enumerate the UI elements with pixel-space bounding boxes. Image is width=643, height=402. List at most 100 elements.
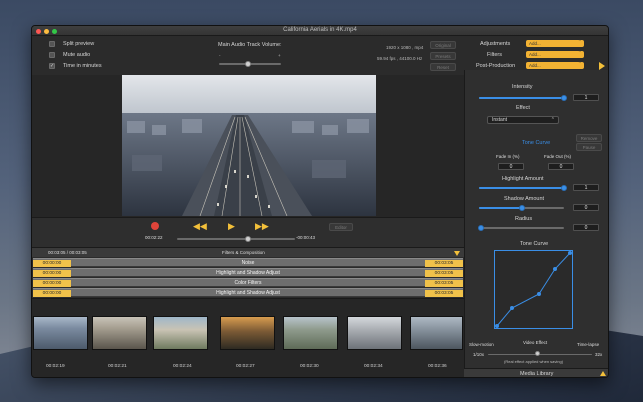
highlight-value[interactable]: 1 <box>573 184 599 191</box>
effect-row[interactable]: 00:00:00 Color Filters 00:03:05 <box>33 278 463 287</box>
highlight-slider-fill <box>479 187 563 189</box>
mute-audio-checkbox[interactable] <box>49 52 55 58</box>
highlight-knob[interactable] <box>561 185 567 191</box>
effect-name: Noise <box>241 260 255 266</box>
radius-knob[interactable] <box>478 225 484 231</box>
playback-knob[interactable] <box>244 236 251 242</box>
effect-end-time[interactable]: 00:03:05 <box>425 260 463 267</box>
playback-slider[interactable] <box>177 238 295 240</box>
remaining-time: -00:00:43 <box>296 235 316 240</box>
play-preview-icon[interactable] <box>599 62 605 70</box>
curve-point[interactable] <box>510 306 514 310</box>
intensity-value[interactable]: 1 <box>573 94 599 101</box>
realtime-note: (Real effect applied when saving) <box>504 359 564 364</box>
fade-in-value[interactable]: 0 <box>498 163 524 170</box>
intensity-slider-fill <box>479 97 563 99</box>
filters-dropdown[interactable]: Add... <box>526 50 584 58</box>
curve-point[interactable] <box>553 267 557 271</box>
adjustments-label: Adjustments <box>480 41 511 47</box>
slow-motion-label: Slow-motion <box>469 342 494 347</box>
speed-knob[interactable] <box>535 351 540 356</box>
effect-start-time[interactable]: 00:00:00 <box>33 280 71 287</box>
shadow-amount-label: Shadow Amount <box>504 196 545 202</box>
effect-dropdown[interactable]: Instant ⌃ <box>487 116 559 124</box>
current-time: 00:02:22 <box>145 235 163 240</box>
effect-row[interactable]: 00:00:00 Noise 00:03:05 <box>33 258 463 267</box>
audio-volume-knob[interactable] <box>245 61 251 67</box>
tone-curve-link[interactable]: Tone Curve <box>522 140 550 146</box>
thumbnail-1[interactable] <box>33 316 88 350</box>
intensity-knob[interactable] <box>561 95 567 101</box>
remove-button[interactable]: Remove <box>576 134 602 142</box>
thumbnail-5[interactable] <box>283 316 338 350</box>
split-preview-checkbox[interactable] <box>49 41 55 47</box>
tone-curve-label: Tone Curve <box>520 241 549 247</box>
volume-plus: + <box>278 53 281 58</box>
pause-button[interactable]: Pause <box>576 143 602 151</box>
radius-slider[interactable] <box>479 227 564 229</box>
presets-button[interactable]: Presets <box>430 52 456 60</box>
video-frame <box>122 75 376 216</box>
thumbnail-timestamp: 00:02:36 <box>428 364 447 369</box>
thumbnail-timestamp: 00:02:30 <box>300 364 319 369</box>
speed-max-label: 32x <box>595 352 603 357</box>
tone-curve-graph[interactable] <box>494 250 573 329</box>
thumbnail-2[interactable] <box>92 316 147 350</box>
video-effect-label: Video Effect <box>523 340 548 345</box>
audio-volume-label: Main Audio Track Volume: <box>218 42 282 48</box>
fade-out-label: Fade Out (%) <box>544 154 572 159</box>
play-icon[interactable]: ▶ <box>228 222 235 231</box>
effect-start-time[interactable]: 00:00:00 <box>33 260 71 267</box>
thumbnail-7[interactable] <box>410 316 463 350</box>
effect-row[interactable]: 00:00:00 Highlight and Shadow Adjust 00:03… <box>33 268 463 277</box>
curve-point[interactable] <box>537 292 541 296</box>
filters-label: Filters <box>487 52 502 58</box>
shadow-knob[interactable] <box>519 205 525 211</box>
time-in-minutes-checkbox[interactable]: ✓ <box>49 63 55 69</box>
original-button[interactable]: Original <box>430 41 456 49</box>
effects-title: Filters & Composition <box>222 250 265 255</box>
effect-dropdown-value: Instant <box>492 117 508 123</box>
media-library-bar[interactable]: Media Library <box>464 368 608 377</box>
thumbnail-4[interactable] <box>220 316 275 350</box>
shadow-value[interactable]: 0 <box>573 204 599 211</box>
record-button[interactable] <box>151 222 159 230</box>
media-library-toggle-icon[interactable] <box>600 371 606 376</box>
transport-bar <box>32 217 464 247</box>
fade-out-value[interactable]: 0 <box>548 163 574 170</box>
adjustments-dropdown[interactable]: Add... <box>526 39 584 47</box>
effect-end-time[interactable]: 00:03:05 <box>425 270 463 277</box>
effect-start-time[interactable]: 00:00:00 <box>33 290 71 297</box>
effect-end-time[interactable]: 00:03:05 <box>425 280 463 287</box>
resolution-info: 1920 x 1080 , mp4 <box>386 45 424 50</box>
reset-button[interactable]: Reset <box>430 63 456 71</box>
post-production-label: Post-Production <box>476 63 516 69</box>
effect-end-time[interactable]: 00:03:05 <box>425 290 463 297</box>
thumbnail-timestamp: 00:02:19 <box>46 364 65 369</box>
effect-start-time[interactable]: 00:00:00 <box>33 270 71 277</box>
editor-button[interactable]: Editor <box>329 223 353 231</box>
radius-value[interactable]: 0 <box>573 224 599 231</box>
time-lapse-label: Time-lapse <box>577 342 600 347</box>
dropdown-chevron-icon: ⌃ <box>550 117 555 123</box>
thumbnail-timestamp: 00:02:21 <box>108 364 127 369</box>
curve-point[interactable] <box>568 251 572 255</box>
split-preview-label: Split preview <box>63 41 95 47</box>
curve-point[interactable] <box>495 324 499 328</box>
media-library-label: Media Library <box>520 371 554 377</box>
rate-info: 59.94 fps , 44100.0 Hz <box>377 56 423 61</box>
thumbnail-3[interactable] <box>153 316 208 350</box>
rewind-icon[interactable]: ◀◀ <box>193 222 207 231</box>
thumbnail-6[interactable] <box>347 316 402 350</box>
title-bar: California Aerials in 4K.mp4 <box>32 26 608 36</box>
effect-row[interactable]: 00:00:00 Highlight and Shadow Adjust 00:03… <box>33 288 463 297</box>
fast-forward-icon[interactable]: ▶▶ <box>255 222 269 231</box>
post-production-dropdown[interactable]: Add... <box>526 61 584 69</box>
radius-label: Radius <box>515 216 533 222</box>
mute-audio-label: Mute audio <box>63 52 91 58</box>
window-title: California Aerials in 4K.mp4 <box>283 27 357 33</box>
effect-name: Color Filters <box>234 280 262 286</box>
speed-slider[interactable] <box>488 354 592 355</box>
thumbnail-timestamp: 00:02:27 <box>236 364 255 369</box>
effects-collapse-icon[interactable] <box>454 251 460 256</box>
